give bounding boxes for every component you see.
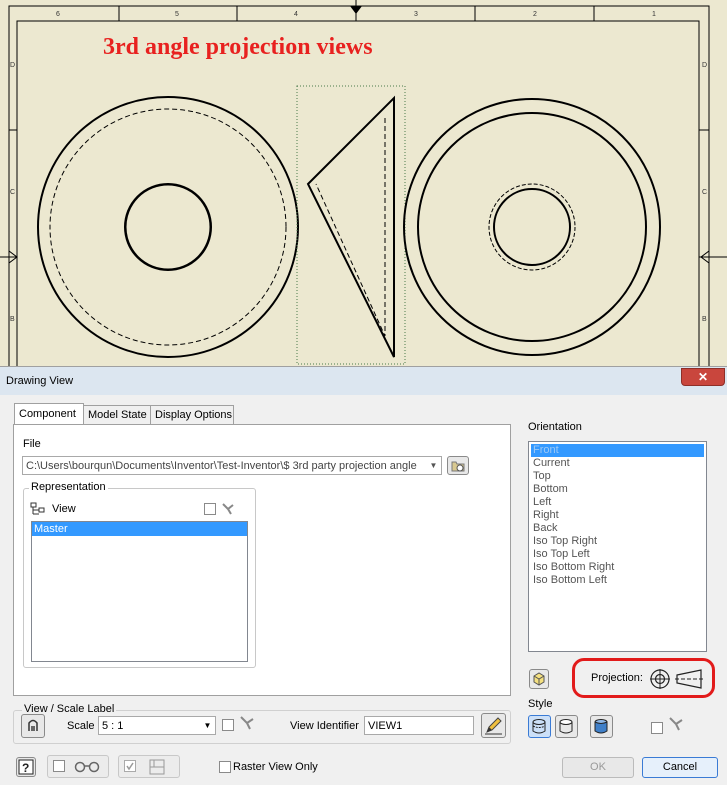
zone-label: D xyxy=(10,62,16,69)
custom-view-button[interactable] xyxy=(529,669,549,689)
zone-label: D xyxy=(702,62,708,69)
raster-view-label: Raster View Only xyxy=(233,761,318,773)
tab-display-options[interactable]: Display Options xyxy=(150,405,234,424)
view-selection-box xyxy=(296,85,406,365)
orientation-label: Orientation xyxy=(528,421,582,433)
list-item[interactable]: Front xyxy=(531,444,704,457)
dialog-titlebar[interactable]: Drawing View ✕ xyxy=(0,367,727,395)
help-icon: ? xyxy=(18,759,34,775)
sheet-inner-border xyxy=(16,20,700,370)
style-hidden-line-button[interactable] xyxy=(528,715,551,738)
cancel-button[interactable]: Cancel xyxy=(642,757,718,778)
list-item[interactable]: Back xyxy=(531,522,704,535)
raster-view-checkbox[interactable] xyxy=(219,761,231,773)
edit-view-label-button[interactable] xyxy=(21,714,45,738)
section-checkbox[interactable] xyxy=(124,760,136,772)
list-item[interactable]: Master xyxy=(32,522,247,536)
list-item[interactable]: Current xyxy=(531,457,704,470)
scale-value: 5 : 1 xyxy=(102,720,124,732)
view-rep-icon xyxy=(30,502,45,515)
pencil-icon xyxy=(485,717,502,735)
zone-label: 3 xyxy=(414,11,418,18)
list-item[interactable]: Right xyxy=(531,509,704,522)
tab-component[interactable]: Component xyxy=(14,403,84,424)
drawing-view-dialog: Drawing View ✕ Component Model State Dis… xyxy=(0,366,727,785)
list-item[interactable]: Top xyxy=(531,470,704,483)
view-label-icon xyxy=(28,719,38,731)
scale-combo[interactable]: 5 : 1 ▼ xyxy=(98,716,216,735)
representation-list[interactable]: Master xyxy=(31,521,248,662)
zone-label: 4 xyxy=(294,11,298,18)
projection-highlight xyxy=(572,658,715,698)
style-from-base-checkbox[interactable] xyxy=(651,722,663,734)
view-identifier-value: VIEW1 xyxy=(368,720,403,732)
dialog-title: Drawing View xyxy=(6,375,74,387)
glasses-icon xyxy=(74,761,100,773)
associative-checkbox[interactable] xyxy=(204,503,216,515)
shaded-icon xyxy=(594,719,608,734)
folder-browse-icon xyxy=(451,461,465,472)
zone-label: 2 xyxy=(533,11,537,18)
style-hidden-line-removed-button[interactable] xyxy=(555,715,578,738)
hidden-line-icon xyxy=(532,719,546,734)
view-label: View xyxy=(52,503,76,515)
associative-icon xyxy=(240,716,254,730)
annotation-title: 3rd angle projection views xyxy=(103,34,373,60)
right-view xyxy=(403,98,661,356)
representation-label: Representation xyxy=(29,481,108,493)
preview-checkbox[interactable] xyxy=(53,760,65,772)
scale-visibility-checkbox[interactable] xyxy=(222,719,234,731)
check-icon xyxy=(126,762,134,771)
edit-identifier-button[interactable] xyxy=(481,713,506,738)
zone-label: C xyxy=(702,189,708,196)
representation-group: Representation View Master xyxy=(23,481,256,668)
chevron-down-icon: ▼ xyxy=(429,461,438,470)
zone-label: 6 xyxy=(56,11,60,18)
style-shaded-button[interactable] xyxy=(590,715,613,738)
custom-view-icon xyxy=(533,672,545,686)
browse-button[interactable] xyxy=(447,456,469,475)
drawing-sheet: 6 5 4 3 2 1 D C B D C B 3rd angle projec… xyxy=(0,0,727,370)
zone-label: C xyxy=(10,189,16,196)
view-identifier-input[interactable]: VIEW1 xyxy=(364,716,474,735)
chevron-down-icon: ▼ xyxy=(203,721,212,730)
zone-label: 1 xyxy=(652,11,656,18)
component-panel: File C:\Users\bourqun\Documents\Inventor… xyxy=(13,424,511,696)
style-label: Style xyxy=(528,698,553,710)
list-item[interactable]: Bottom xyxy=(531,483,704,496)
help-button[interactable]: ? xyxy=(16,757,36,777)
file-path-value: C:\Users\bourqun\Documents\Inventor\Test… xyxy=(26,460,417,472)
file-path-combo[interactable]: C:\Users\bourqun\Documents\Inventor\Test… xyxy=(22,456,442,475)
list-item[interactable]: Iso Top Right xyxy=(531,535,704,548)
zone-label: B xyxy=(702,316,707,323)
list-item[interactable]: Left xyxy=(531,496,704,509)
tab-model-state[interactable]: Model State xyxy=(83,405,151,424)
list-item[interactable]: Iso Bottom Left xyxy=(531,574,704,587)
close-button[interactable]: ✕ xyxy=(681,368,725,386)
associative-icon xyxy=(669,717,683,731)
file-label: File xyxy=(23,438,41,450)
section-icon xyxy=(149,759,165,775)
ok-button[interactable]: OK xyxy=(562,757,634,778)
zone-label: B xyxy=(10,316,15,323)
middle-view xyxy=(306,95,395,358)
zone-label: 5 xyxy=(175,11,179,18)
svg-text:?: ? xyxy=(22,761,29,775)
scale-label: Scale xyxy=(67,720,95,732)
orientation-list[interactable]: Front Current Top Bottom Left Right Back… xyxy=(528,441,707,652)
hidden-line-removed-icon xyxy=(559,719,573,734)
left-view xyxy=(37,96,299,358)
list-item[interactable]: Iso Top Left xyxy=(531,548,704,561)
view-identifier-label: View Identifier xyxy=(290,720,359,732)
associative-icon xyxy=(222,503,234,515)
list-item[interactable]: Iso Bottom Right xyxy=(531,561,704,574)
